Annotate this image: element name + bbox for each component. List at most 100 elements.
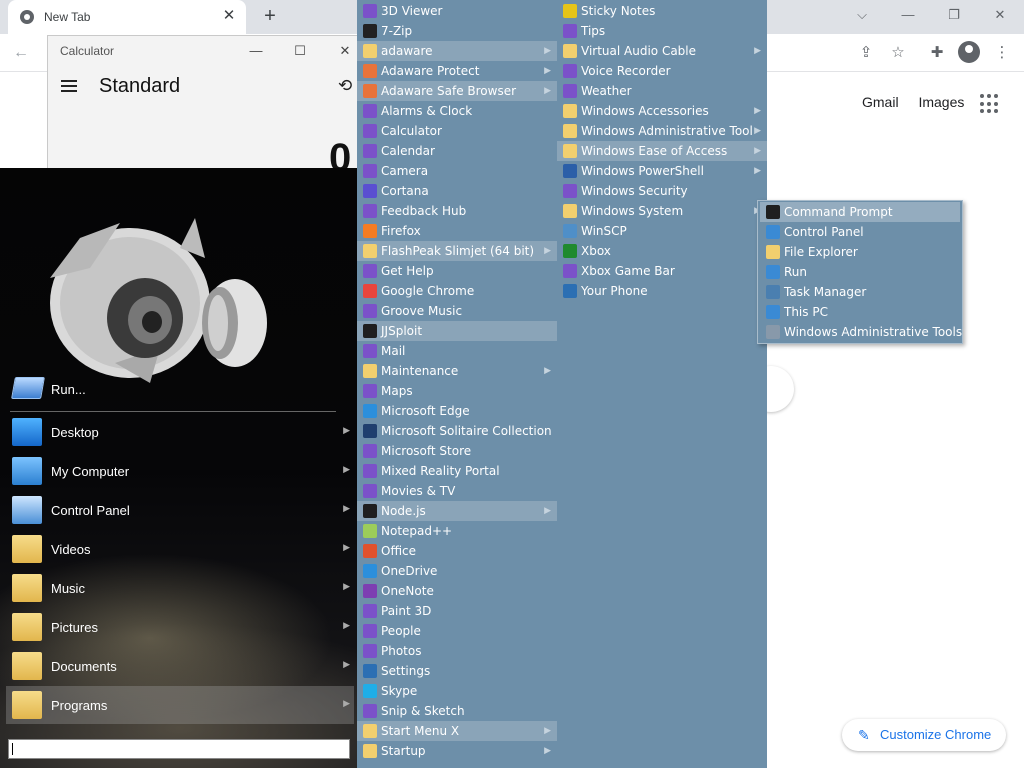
program-item-label: Microsoft Edge (381, 404, 470, 418)
program-item-3d-viewer[interactable]: 3D Viewer (357, 1, 557, 21)
hamburger-menu-icon[interactable] (61, 80, 77, 92)
google-apps-icon[interactable] (980, 94, 1000, 114)
program-item-mixed-reality-portal[interactable]: Mixed Reality Portal (357, 461, 557, 481)
program-item-movies-tv[interactable]: Movies & TV (357, 481, 557, 501)
program-item-google-chrome[interactable]: Google Chrome (357, 281, 557, 301)
program-item-label: Node.js (381, 504, 426, 518)
program-item-alarms-clock[interactable]: Alarms & Clock (357, 101, 557, 121)
program-item-windows-administrative-tools[interactable]: Windows Administrative Tools (760, 322, 962, 342)
program-item-xbox[interactable]: Xbox (557, 241, 767, 261)
program-item-label: Adaware Protect (381, 64, 480, 78)
start-item-pictures[interactable]: Pictures ▶ (6, 608, 354, 646)
gmail-link[interactable]: Gmail (862, 94, 899, 110)
tab-close-icon[interactable]: ✕ (220, 7, 238, 25)
program-item-adaware[interactable]: adaware ▶ (357, 41, 557, 61)
program-item-startup[interactable]: Startup ▶ (357, 741, 557, 761)
close-window-button[interactable]: ✕ (980, 4, 1020, 26)
program-item-control-panel[interactable]: Control Panel (760, 222, 960, 242)
program-item-calculator[interactable]: Calculator (357, 121, 557, 141)
start-search-input[interactable] (8, 739, 350, 759)
program-item-snip-sketch[interactable]: Snip & Sketch (357, 701, 557, 721)
program-item-weather[interactable]: Weather (557, 81, 767, 101)
program-item-adaware-safe-browser[interactable]: Adaware Safe Browser ▶ (357, 81, 557, 101)
minimize-button[interactable]: — (888, 4, 928, 26)
chevron-right-icon: ▶ (343, 698, 350, 708)
program-item-firefox[interactable]: Firefox (357, 221, 557, 241)
program-item-windows-security[interactable]: Windows Security (557, 181, 767, 201)
images-link[interactable]: Images (918, 94, 964, 110)
program-item-feedback-hub[interactable]: Feedback Hub (357, 201, 557, 221)
program-item-windows-accessories[interactable]: Windows Accessories ▶ (557, 101, 767, 121)
program-item-onenote[interactable]: OneNote (357, 581, 557, 601)
program-item-windows-administrative-tool[interactable]: Windows Administrative Tool ▶ (557, 121, 767, 141)
extensions-puzzle-icon[interactable]: ✚ (926, 42, 948, 64)
program-item-flashpeak-slimjet-64-bit[interactable]: FlashPeak Slimjet (64 bit) ▶ (357, 241, 557, 261)
program-item-office[interactable]: Office (357, 541, 557, 561)
calc-close-button[interactable]: ✕ (330, 40, 360, 62)
program-item-tips[interactable]: Tips (557, 21, 767, 41)
program-item-label: Feedback Hub (381, 204, 467, 218)
start-item-desktop[interactable]: Desktop ▶ (6, 413, 354, 451)
program-item-onedrive[interactable]: OneDrive (357, 561, 557, 581)
calc-maximize-button[interactable]: ☐ (285, 40, 315, 62)
program-item-task-manager[interactable]: Task Manager (760, 282, 960, 302)
tab-new-tab[interactable]: New Tab ✕ (8, 0, 246, 34)
start-item-control-panel[interactable]: Control Panel ▶ (6, 491, 354, 529)
program-item-cortana[interactable]: Cortana (357, 181, 557, 201)
program-item-run[interactable]: Run (760, 262, 960, 282)
back-arrow-icon[interactable]: ← (10, 42, 32, 64)
start-item-my-computer[interactable]: My Computer ▶ (6, 452, 354, 490)
program-item-maps[interactable]: Maps (357, 381, 557, 401)
program-item-microsoft-solitaire-collection[interactable]: Microsoft Solitaire Collection (357, 421, 557, 441)
program-item-command-prompt[interactable]: Command Prompt (760, 202, 960, 222)
program-item-your-phone[interactable]: Your Phone (557, 281, 767, 301)
program-item-sticky-notes[interactable]: Sticky Notes (557, 1, 767, 21)
run-menu-item[interactable]: Run... (10, 374, 340, 404)
kebab-menu-icon[interactable]: ⋮ (991, 42, 1013, 64)
chevron-right-icon: ▶ (754, 45, 761, 55)
program-item-start-menu-x[interactable]: Start Menu X ▶ (357, 721, 557, 741)
program-item-label: Skype (381, 684, 418, 698)
program-item-voice-recorder[interactable]: Voice Recorder (557, 61, 767, 81)
program-item-node-js[interactable]: Node.js ▶ (357, 501, 557, 521)
history-icon[interactable]: ⟲ (338, 76, 352, 96)
start-item-programs[interactable]: Programs ▶ (6, 686, 354, 724)
program-item-jjsploit[interactable]: JJSploit (357, 321, 557, 341)
program-item-virtual-audio-cable[interactable]: Virtual Audio Cable ▶ (557, 41, 767, 61)
get-help-icon (363, 264, 377, 278)
program-item-people[interactable]: People (357, 621, 557, 641)
new-tab-button[interactable]: + (258, 4, 282, 28)
program-item-get-help[interactable]: Get Help (357, 261, 557, 281)
bookmark-star-icon[interactable]: ☆ (887, 42, 909, 64)
program-item-windows-ease-of-access[interactable]: Windows Ease of Access ▶ (557, 141, 767, 161)
program-item-groove-music[interactable]: Groove Music (357, 301, 557, 321)
program-item-winscp[interactable]: WinSCP (557, 221, 767, 241)
program-item-mail[interactable]: Mail (357, 341, 557, 361)
program-item-microsoft-store[interactable]: Microsoft Store (357, 441, 557, 461)
profile-avatar-icon[interactable] (958, 41, 980, 63)
program-item-skype[interactable]: Skype (357, 681, 557, 701)
program-item-7-zip[interactable]: 7-Zip (357, 21, 557, 41)
start-item-documents[interactable]: Documents ▶ (6, 647, 354, 685)
program-item-maintenance[interactable]: Maintenance ▶ (357, 361, 557, 381)
program-item-windows-system[interactable]: Windows System▶ (557, 201, 767, 221)
start-item-videos[interactable]: Videos ▶ (6, 530, 354, 568)
tab-search-icon[interactable]: ⌵ (842, 4, 882, 26)
program-item-photos[interactable]: Photos (357, 641, 557, 661)
share-icon[interactable]: ⇪ (855, 42, 877, 64)
program-item-adaware-protect[interactable]: Adaware Protect ▶ (357, 61, 557, 81)
restore-button[interactable]: ❐ (934, 4, 974, 26)
program-item-windows-powershell[interactable]: Windows PowerShell ▶ (557, 161, 767, 181)
customize-chrome-button[interactable]: ✎ Customize Chrome (842, 719, 1006, 751)
program-item-camera[interactable]: Camera (357, 161, 557, 181)
calc-minimize-button[interactable]: — (241, 40, 271, 62)
program-item-paint-3d[interactable]: Paint 3D (357, 601, 557, 621)
start-item-music[interactable]: Music ▶ (6, 569, 354, 607)
program-item-microsoft-edge[interactable]: Microsoft Edge (357, 401, 557, 421)
program-item-file-explorer[interactable]: File Explorer (760, 242, 960, 262)
program-item-xbox-game-bar[interactable]: Xbox Game Bar (557, 261, 767, 281)
program-item-settings[interactable]: Settings (357, 661, 557, 681)
program-item-this-pc[interactable]: This PC (760, 302, 960, 322)
program-item-calendar[interactable]: Calendar (357, 141, 557, 161)
program-item-notepad[interactable]: Notepad++ (357, 521, 557, 541)
